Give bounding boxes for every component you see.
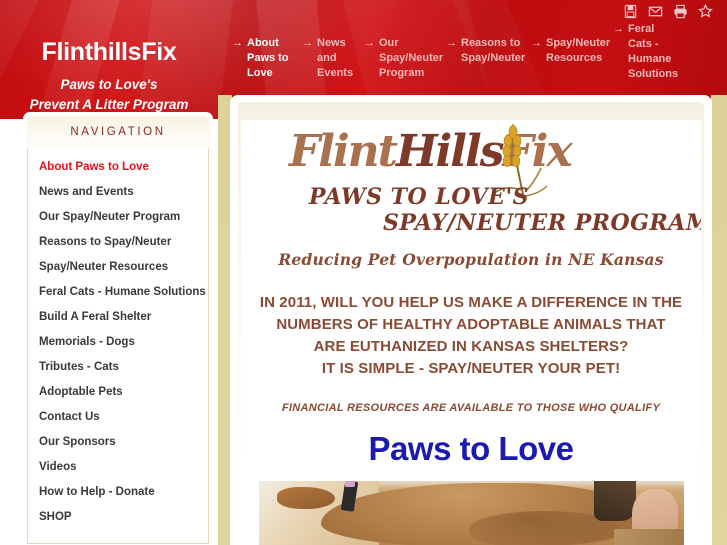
favorite-star-icon[interactable] [698, 4, 713, 19]
sidebar-item-list: About Paws to Love News and Events Our S… [27, 148, 209, 544]
headline-line-1: IN 2011, WILL YOU HELP US MAKE A DIFFERE… [259, 294, 683, 311]
topnav-item-label: News and Events [317, 37, 354, 79]
dog-photo [258, 480, 684, 545]
site-tagline-line2: Prevent A Litter Program [29, 96, 189, 112]
sidebar-item-adoptable-pets[interactable]: Adoptable Pets [28, 380, 208, 405]
sidebar-heading: NAVIGATION [70, 126, 166, 138]
topnav-item-reasons-to-spay-neuter[interactable]: → Reasons to Spay/Neuter [446, 36, 531, 82]
flinthillsfix-logo: FlintHillsFix PAWS TO LOVE'S SPAY/NEUTER… [283, 124, 701, 240]
topnav-item-our-spay-neuter-program[interactable]: → Our Spay/Neuter Program [364, 36, 446, 82]
utility-icon-bar [623, 4, 713, 19]
sidebar-item-tributes-cats[interactable]: Tributes - Cats [28, 355, 208, 380]
logo-subtitle-line2: SPAY/NEUTER PROGRAM [383, 210, 701, 236]
sidebar-item-our-sponsors[interactable]: Our Sponsors [28, 430, 208, 455]
arrow-right-icon: → [302, 37, 313, 49]
arrow-right-icon: → [232, 37, 243, 49]
financial-resources-note: FINANCIAL RESOURCES ARE AVAILABLE TO THO… [281, 402, 661, 414]
topnav-item-label: Reasons to Spay/Neuter [461, 37, 526, 64]
photo-dog-snout [276, 486, 335, 509]
sidebar-item-how-to-help-donate[interactable]: How to Help - Donate [28, 480, 208, 505]
arrow-right-icon: → [364, 37, 375, 49]
sidebar-item-contact-us[interactable]: Contact Us [28, 405, 208, 430]
sidebar-item-news-and-events[interactable]: News and Events [28, 180, 208, 205]
topnav-item-news-and-events[interactable]: → News and Events [302, 36, 364, 82]
topnav-item-about-paws-to-love[interactable]: → About Paws to Love [232, 36, 302, 82]
print-icon[interactable] [673, 4, 688, 19]
page-background-strip-right [711, 95, 727, 545]
topnav-item-feral-cats-humane-solutions[interactable]: → Feral Cats - Humane Solutions [613, 22, 683, 82]
site-branding[interactable]: FlinthillsFix Paws to Love's Prevent A L… [0, 40, 218, 114]
photo-background-dark [593, 480, 636, 521]
content-headline: IN 2011, WILL YOU HELP US MAKE A DIFFERE… [253, 292, 689, 380]
site-title: FlinthillsFix [41, 38, 177, 66]
logo-subtitle-line1: PAWS TO LOVE'S [309, 184, 530, 210]
content-tagline: Reducing Pet Overpopulation in NE Kansas [278, 250, 664, 269]
topnav-item-label: Spay/Neuter Resources [546, 37, 611, 64]
photo-dog-collar-tag [344, 480, 355, 487]
sidebar-item-our-spay-neuter-program[interactable]: Our Spay/Neuter Program [28, 205, 208, 230]
sidebar-item-feral-cats-humane-solutions[interactable]: Feral Cats - Humane Solutions [28, 280, 208, 305]
topnav-item-label: Feral Cats - Humane Solutions [628, 23, 679, 80]
main-content-panel: FlintHillsFix PAWS TO LOVE'S SPAY/NEUTER… [230, 95, 712, 545]
top-navigation: → About Paws to Love → News and Events →… [232, 23, 724, 82]
sidebar-item-spay-neuter-resources[interactable]: Spay/Neuter Resources [28, 255, 208, 280]
sidebar-item-videos[interactable]: Videos [28, 455, 208, 480]
paws-to-love-heading: Paws to Love [368, 430, 574, 467]
email-icon[interactable] [648, 4, 663, 19]
site-tagline-line1: Paws to Love's [60, 77, 158, 92]
content-inner-frame: FlintHillsFix PAWS TO LOVE'S SPAY/NEUTER… [238, 102, 704, 545]
sidebar-item-memorials-dogs[interactable]: Memorials - Dogs [28, 330, 208, 355]
headline-line-2: NUMBERS OF HEALTHY ADOPTABLE ANIMALS THA… [276, 316, 666, 333]
arrow-right-icon: → [613, 23, 624, 35]
save-icon[interactable] [623, 4, 638, 19]
logo-wordmark: FlintHillsFix [289, 130, 573, 174]
content-body: FlintHillsFix PAWS TO LOVE'S SPAY/NEUTER… [241, 120, 701, 545]
sidebar-item-reasons-to-spay-neuter[interactable]: Reasons to Spay/Neuter [28, 230, 208, 255]
logo-word-part3: Fix [502, 126, 572, 177]
sidebar-item-about-paws-to-love[interactable]: About Paws to Love [28, 155, 208, 180]
topnav-item-label: About Paws to Love [247, 37, 289, 79]
headline-line-4: IT IS SIMPLE - SPAY/NEUTER YOUR PET! [321, 360, 621, 377]
sidebar-navigation-panel: NAVIGATION About Paws to Love News and E… [23, 112, 213, 545]
logo-word-part2: Hills [395, 126, 504, 177]
headline-line-3: ARE EUTHANIZED IN KANSAS SHELTERS? [313, 338, 629, 355]
topnav-item-label: Our Spay/Neuter Program [379, 37, 444, 79]
site-tagline: Paws to Love's Prevent A Litter Program [0, 75, 218, 114]
topnav-item-spay-neuter-resources[interactable]: → Spay/Neuter Resources [531, 36, 613, 82]
sidebar-item-shop[interactable]: SHOP [28, 505, 208, 530]
arrow-right-icon: → [531, 37, 542, 49]
sidebar-header: NAVIGATION [27, 116, 209, 148]
logo-word-part1: Flint [289, 126, 398, 177]
photo-wood-floor [613, 528, 684, 545]
sidebar-item-build-a-feral-shelter[interactable]: Build A Feral Shelter [28, 305, 208, 330]
arrow-right-icon: → [446, 37, 457, 49]
